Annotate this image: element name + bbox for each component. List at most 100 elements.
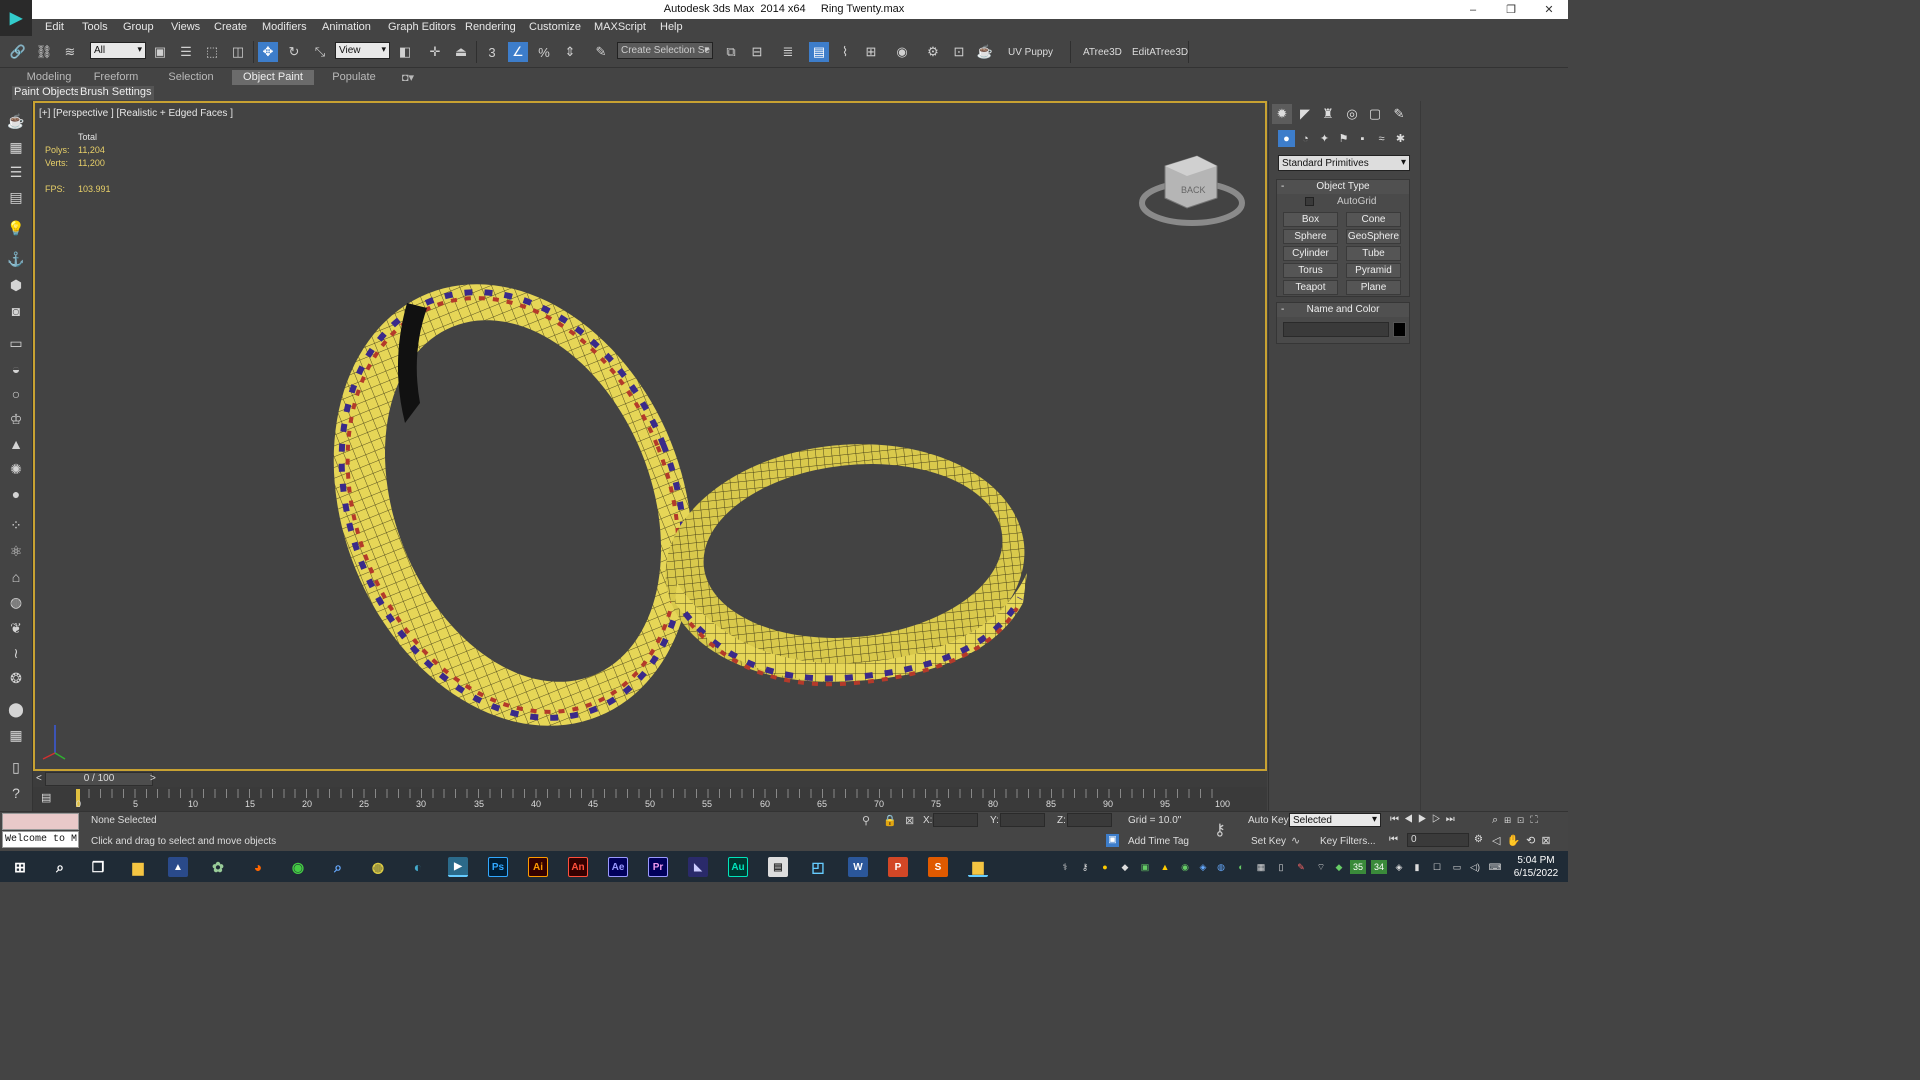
clock[interactable]: 5:04 PM 6/15/2022 [1510,854,1562,880]
tray-icon[interactable]: ▯ [1274,860,1288,874]
tube-button[interactable]: Tube [1346,246,1401,261]
autogrid-checkbox[interactable] [1305,197,1314,206]
tray-icon[interactable]: ✎ [1294,860,1308,874]
audition-icon[interactable]: Au [728,857,748,877]
photoshop-icon[interactable]: Ps [488,857,508,877]
tray-icon[interactable]: ⚷ [1078,860,1092,874]
reference-coord-dropdown[interactable]: View ▾ [335,42,390,59]
current-frame-field[interactable]: 0 [1407,833,1469,847]
select-and-scale-icon[interactable]: ⤡ [310,42,330,62]
keyboard-icon[interactable]: ⌨ [1488,860,1502,874]
mini-curve-editor-icon[interactable]: ▤ [41,791,57,805]
torus-button[interactable]: Torus [1283,263,1338,278]
selection-filter-dropdown[interactable]: All ▾ [90,42,146,59]
render-frame-icon[interactable]: ▦ [6,137,26,157]
go-to-end-icon[interactable]: ⏭ [1446,814,1460,825]
tab-modeling[interactable]: Modeling [14,70,84,85]
hemisphere-icon[interactable]: ◒ [6,359,26,379]
play-icon[interactable]: ▶ [1418,814,1432,825]
layer-manager-icon[interactable]: ≣ [778,42,798,62]
pan-icon[interactable]: ✋ [1506,835,1526,847]
align-icon[interactable]: ⊟ [747,42,767,62]
link-icon[interactable]: 🔗 [8,42,28,62]
document-icon[interactable]: ▯ [6,757,26,777]
motion-tab-icon[interactable]: ◎ [1342,104,1362,124]
time-slider-next[interactable]: > [150,773,156,784]
tray-icon[interactable]: ☐ [1430,860,1444,874]
globe-icon[interactable]: ◍ [6,592,26,612]
sublime-icon[interactable]: S [928,857,948,877]
select-and-move-icon[interactable]: ✥ [258,42,278,62]
shapes-icon[interactable]: ◔ [1297,130,1314,147]
media-encoder-icon[interactable]: ◣ [688,857,708,877]
menu-graph-editors[interactable]: Graph Editors [388,21,456,33]
cameras-icon[interactable]: ⚑ [1335,130,1352,147]
object-type-header[interactable]: - Object Type [1277,180,1409,194]
lights-icon[interactable]: ✦ [1316,130,1333,147]
menu-animation[interactable]: Animation [322,21,371,33]
auto-key-button[interactable]: Auto Key [1248,815,1289,826]
display-tab-icon[interactable]: ▢ [1365,104,1385,124]
menu-tools[interactable]: Tools [82,21,108,33]
curve-editor-icon[interactable]: ⌇ [835,42,855,62]
menu-modifiers[interactable]: Modifiers [262,21,307,33]
object-color-swatch[interactable] [1393,322,1406,337]
menu-group[interactable]: Group [123,21,154,33]
plant-icon[interactable]: ❦ [6,618,26,638]
select-manipulate-icon[interactable]: ✛ [425,42,445,62]
paint-objects-panel[interactable]: Paint Objects [12,86,82,100]
cone-icon[interactable]: ▲ [6,434,26,454]
percent-snap-icon[interactable]: % [534,42,554,62]
go-to-start-icon[interactable]: ⏮ [1390,814,1404,825]
tray-icon[interactable]: ◆ [1332,860,1346,874]
particles-icon[interactable]: ⁘ [6,515,26,535]
rendered-frame-icon[interactable]: ⊡ [949,42,969,62]
sun-icon[interactable]: ✺ [6,459,26,479]
3ds-max-active-icon[interactable]: ▶ [448,857,468,877]
maxscript-mini-listener[interactable]: Welcome to M [2,831,79,848]
box-button[interactable]: Box [1283,212,1338,227]
zoom-all-icon[interactable]: ⊞ [1504,814,1517,826]
powerpoint-icon[interactable]: P [888,857,908,877]
search-icon[interactable]: ⌕ [50,857,70,877]
snaps-toggle-icon[interactable]: 3 [482,42,502,62]
zoom-icon[interactable]: ⌕ [1492,814,1504,826]
ring-icon[interactable]: ○ [6,384,26,404]
file-explorer-icon[interactable]: ▆ [128,857,148,877]
perspective-viewport[interactable]: [+] [Perspective ] [Realistic + Edged Fa… [33,101,1267,771]
minimize-button[interactable]: – [1454,0,1492,19]
previous-frame-icon[interactable]: ◀ [1404,814,1418,825]
name-and-color-header[interactable]: - Name and Color [1277,303,1409,317]
scene-explorer-icon[interactable]: ☰ [6,162,26,182]
lock-icon[interactable]: 🔒 [883,814,897,827]
key-icon[interactable]: ⚷ [1214,820,1226,840]
earth-icon[interactable]: ◐ [408,857,428,877]
render-production-icon[interactable]: ☕ [975,42,995,62]
notepad-icon[interactable]: ▤ [768,857,788,877]
tray-icon[interactable]: ⚕ [1058,860,1072,874]
battery-icon[interactable]: ▭ [1450,860,1464,874]
systems-icon[interactable]: ✱ [1392,130,1409,147]
tab-populate[interactable]: Populate [322,70,386,85]
plane-button[interactable]: Plane [1346,280,1401,295]
select-and-rotate-icon[interactable]: ↻ [284,42,304,62]
time-tag-icon[interactable]: ▣ [1106,834,1119,847]
tray-icon[interactable]: ◍ [1214,860,1228,874]
ring-upright[interactable] [270,230,756,771]
hierarchy-tab-icon[interactable]: ♜ [1318,104,1338,124]
keyboard-shortcut-override-icon[interactable]: ⏏ [451,42,471,62]
cone-button[interactable]: Cone [1346,212,1401,227]
menu-maxscript[interactable]: MAXScript [594,21,646,33]
tab-object-paint[interactable]: Object Paint [232,70,314,85]
angle-snap-icon[interactable]: ∠ [508,42,528,62]
space-warps-icon[interactable]: ≈ [1373,130,1390,147]
key-tangent-icon[interactable]: ∿ [1291,834,1300,847]
close-button[interactable]: ✕ [1530,0,1568,19]
schematic-view-icon[interactable]: ⊞ [861,42,881,62]
tab-freeform[interactable]: Freeform [84,70,148,85]
object-category-dropdown[interactable]: Standard Primitives ▾ [1278,155,1410,171]
create-tab-icon[interactable]: ✹ [1272,104,1292,124]
structure-icon[interactable]: ⌂ [6,567,26,587]
firefox-icon[interactable]: ◕ [248,857,268,877]
unlink-icon[interactable]: ⛓ [34,42,54,62]
